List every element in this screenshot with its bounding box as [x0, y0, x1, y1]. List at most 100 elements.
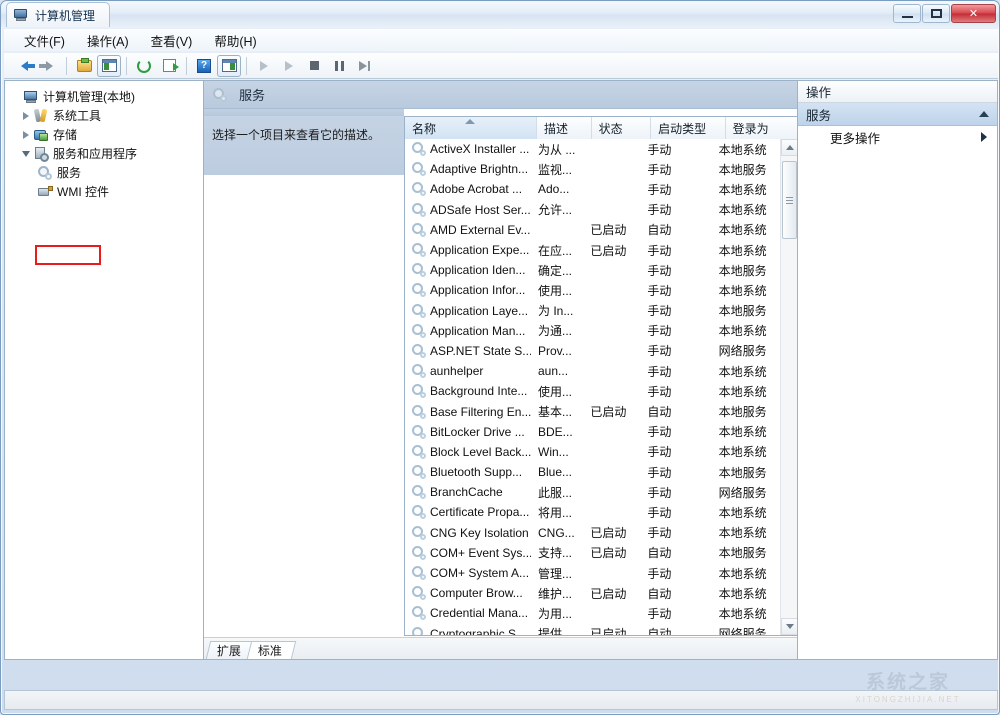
forward-button[interactable] — [37, 55, 61, 77]
expander-expanded[interactable] — [19, 147, 33, 161]
show-tree-pane-button[interactable] — [97, 55, 121, 77]
menu-help[interactable]: 帮助(H) — [204, 28, 266, 53]
cell-logon: 本地系统 — [712, 423, 780, 440]
export-list-button[interactable] — [157, 55, 181, 77]
back-button[interactable] — [12, 55, 36, 77]
cell-startup: 手动 — [640, 363, 711, 380]
stop-service-button[interactable] — [302, 55, 326, 77]
table-row[interactable]: Base Filtering En...基本...已启动自动本地服务 — [405, 401, 780, 421]
cell-desc: 监视... — [531, 161, 583, 178]
cell-status: 已启动 — [583, 524, 640, 541]
up-folder-button[interactable] — [72, 55, 96, 77]
tree-item-computer-management[interactable]: 计算机管理(本地) — [5, 87, 203, 106]
tree-item-services[interactable]: 服务 — [5, 163, 203, 182]
table-row[interactable]: COM+ System A...管理...手动本地系统 — [405, 563, 780, 583]
cell-logon: 本地系统 — [712, 221, 780, 238]
table-row[interactable]: aunhelperaun...手动本地系统 — [405, 361, 780, 381]
cell-text: BitLocker Drive ... — [430, 425, 525, 439]
minimize-button[interactable] — [893, 4, 921, 23]
restart-service-button[interactable] — [352, 55, 376, 77]
table-row[interactable]: Block Level Back...Win...手动本地系统 — [405, 442, 780, 462]
cell-logon: 本地系统 — [712, 282, 780, 299]
service-gear-icon — [412, 243, 426, 257]
tree-item-services-and-applications[interactable]: 服务和应用程序 — [5, 144, 203, 163]
refresh-button[interactable] — [132, 55, 156, 77]
cell-startup: 自动 — [640, 403, 711, 420]
column-header-name[interactable]: 名称 — [405, 117, 537, 139]
column-header-startup-type[interactable]: 启动类型 — [651, 117, 725, 139]
cell-startup: 手动 — [640, 141, 711, 158]
actions-group-services[interactable]: 服务 — [798, 103, 997, 126]
table-row[interactable]: ASP.NET State S...Prov...手动网络服务 — [405, 341, 780, 361]
cell-text: CNG Key Isolation — [430, 526, 529, 540]
maximize-icon — [931, 9, 942, 18]
table-row[interactable]: BitLocker Drive ...BDE...手动本地系统 — [405, 422, 780, 442]
window-title: 计算机管理 — [35, 7, 95, 24]
table-row[interactable]: AMD External Ev...已启动自动本地系统 — [405, 220, 780, 240]
table-row[interactable]: Adobe Acrobat ...Ado...手动本地系统 — [405, 179, 780, 199]
list-body[interactable]: ActiveX Installer ...为从 ...手动本地系统Adaptiv… — [405, 139, 780, 635]
table-row[interactable]: Application Iden...确定...手动本地服务 — [405, 260, 780, 280]
table-row[interactable]: Certificate Propa...将用...手动本地系统 — [405, 502, 780, 522]
chevron-up-icon[interactable] — [979, 111, 989, 117]
cell-name: Cryptographic S... — [405, 627, 531, 635]
table-row[interactable]: Application Infor...使用...手动本地系统 — [405, 280, 780, 300]
cell-logon: 本地系统 — [712, 363, 780, 380]
cell-desc: 支持... — [531, 544, 583, 561]
table-row[interactable]: ADSafe Host Ser...允许...手动本地系统 — [405, 200, 780, 220]
pause-service-icon — [335, 61, 344, 71]
cell-desc: 为 In... — [531, 302, 583, 319]
action-more-actions[interactable]: 更多操作 — [798, 126, 997, 148]
tab-standard[interactable]: 标准 — [247, 641, 297, 659]
cell-name: Credential Mana... — [405, 606, 531, 620]
cell-startup: 手动 — [640, 161, 711, 178]
start-service-button[interactable] — [252, 55, 276, 77]
back-icon — [21, 61, 28, 71]
show-action-pane-button[interactable] — [217, 55, 241, 77]
table-row[interactable]: Application Man...为通...手动本地系统 — [405, 321, 780, 341]
scroll-up-button[interactable] — [781, 139, 797, 156]
table-row[interactable]: Application Laye...为 In...手动本地服务 — [405, 301, 780, 321]
resume-service-button[interactable] — [277, 55, 301, 77]
column-header-log-on-as[interactable]: 登录为 — [726, 117, 797, 139]
expander-collapsed[interactable] — [19, 109, 33, 123]
table-row[interactable]: Background Inte...使用...手动本地系统 — [405, 381, 780, 401]
menu-view[interactable]: 查看(V) — [141, 28, 203, 53]
table-row[interactable]: CNG Key IsolationCNG...已启动手动本地系统 — [405, 523, 780, 543]
cell-desc: 在应... — [531, 242, 583, 259]
menu-action[interactable]: 操作(A) — [77, 28, 139, 53]
column-header-label: 登录为 — [733, 120, 769, 137]
table-row[interactable]: Adaptive Brightn...监视...手动本地服务 — [405, 159, 780, 179]
service-gear-icon — [412, 162, 426, 176]
cell-status: 已启动 — [583, 625, 640, 635]
cell-name: BitLocker Drive ... — [405, 425, 531, 439]
table-row[interactable]: ActiveX Installer ...为从 ...手动本地系统 — [405, 139, 780, 159]
cell-text: ADSafe Host Ser... — [430, 203, 531, 217]
maximize-button[interactable] — [922, 4, 950, 23]
menu-file[interactable]: 文件(F) — [14, 28, 75, 53]
help-button[interactable]: ? — [192, 55, 216, 77]
column-header-description[interactable]: 描述 — [537, 117, 592, 139]
tree-item-wmi-control[interactable]: WMI 控件 — [5, 182, 203, 201]
cell-desc: CNG... — [531, 526, 583, 540]
list-vertical-scrollbar[interactable] — [780, 139, 797, 635]
table-row[interactable]: Application Expe...在应...已启动手动本地系统 — [405, 240, 780, 260]
cell-desc: 管理... — [531, 565, 583, 582]
cell-name: aunhelper — [405, 364, 531, 378]
table-row[interactable]: Bluetooth Supp...Blue...手动本地服务 — [405, 462, 780, 482]
table-row[interactable]: BranchCache此服...手动网络服务 — [405, 482, 780, 502]
table-row[interactable]: Computer Brow...维护...已启动自动本地系统 — [405, 583, 780, 603]
column-header-label: 状态 — [599, 120, 623, 137]
expander-collapsed[interactable] — [19, 128, 33, 142]
scrollbar-thumb[interactable] — [782, 161, 797, 239]
tree-item-system-tools[interactable]: 系统工具 — [5, 106, 203, 125]
table-row[interactable]: Credential Mana...为用...手动本地系统 — [405, 603, 780, 623]
tree-item-storage[interactable]: 存储 — [5, 125, 203, 144]
cell-startup: 手动 — [640, 282, 711, 299]
scroll-down-button[interactable] — [781, 618, 797, 635]
table-row[interactable]: Cryptographic S...提供...已启动自动网络服务 — [405, 624, 780, 636]
table-row[interactable]: COM+ Event Sys...支持...已启动自动本地服务 — [405, 543, 780, 563]
column-header-status[interactable]: 状态 — [592, 117, 652, 139]
close-button[interactable]: ✕ — [951, 4, 996, 23]
pause-service-button[interactable] — [327, 55, 351, 77]
